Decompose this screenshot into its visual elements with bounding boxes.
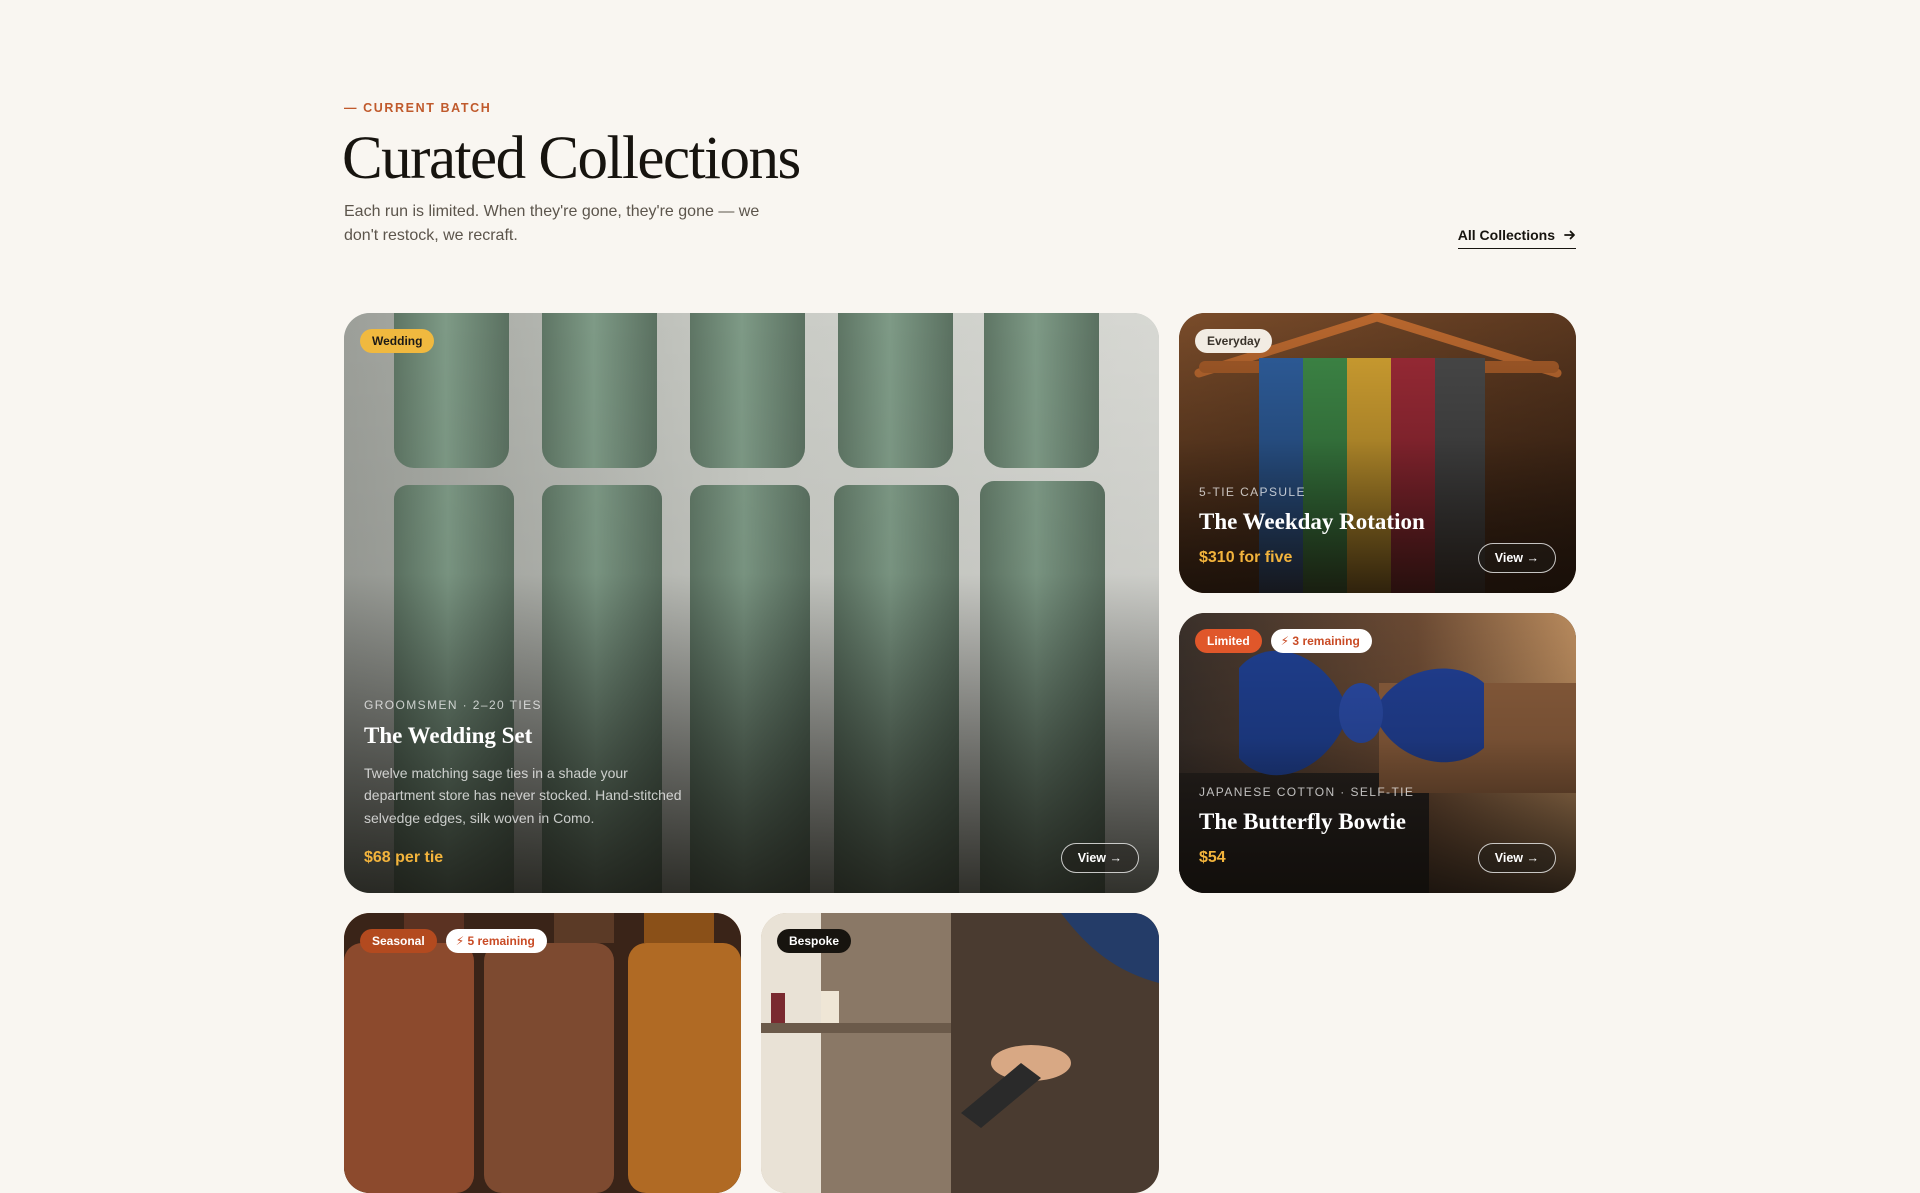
section-eyebrow: — CURRENT BATCH: [344, 101, 492, 115]
collection-card-weekday[interactable]: Everyday 5-TIE CAPSULE The Weekday Rotat…: [1179, 313, 1576, 593]
collection-card-wedding[interactable]: Wedding GROOMSMEN · 2–20 TIES The Weddin…: [344, 313, 1159, 893]
card-title: The Butterfly Bowtie: [1199, 809, 1406, 834]
card-meta: GROOMSMEN · 2–20 TIES: [364, 697, 542, 712]
limited-badge: Limited: [1195, 629, 1262, 653]
view-button[interactable]: View →: [1060, 843, 1139, 873]
category-badge: Bespoke: [777, 929, 852, 953]
view-button[interactable]: View →: [1477, 843, 1556, 873]
collection-card-bowtie[interactable]: Limited ⚡ 3 remaining JAPANESE COTTON · …: [1179, 613, 1576, 893]
tailoring-image: [761, 913, 1159, 1193]
section-subtitle: Each run is limited. When they're gone, …: [344, 203, 760, 244]
arrow-right-icon: [1564, 230, 1575, 240]
all-collections-link[interactable]: All Collections: [1457, 227, 1576, 249]
card-meta: JAPANESE COTTON · SELF-TIE: [1199, 785, 1415, 799]
card-title: The Weekday Rotation: [1199, 509, 1425, 534]
view-button[interactable]: View →: [1477, 543, 1556, 573]
page-title: Curated Collections: [342, 125, 801, 192]
card-description: Twelve matching sage ties in a shade you…: [364, 764, 682, 826]
stock-badge: ⚡ 3 remaining: [1270, 629, 1372, 653]
wool-ties-image: [344, 913, 741, 1193]
card-title: The Wedding Set: [364, 722, 533, 748]
category-badge: Wedding: [360, 329, 435, 353]
stock-badge: ⚡ 5 remaining: [445, 929, 547, 953]
card-meta: 5-TIE CAPSULE: [1199, 485, 1306, 499]
category-badge: Everyday: [1195, 329, 1273, 353]
category-badge: Seasonal: [360, 929, 437, 953]
all-collections-label: All Collections: [1457, 227, 1555, 243]
collections-section: — CURRENT BATCH Curated Collections Each…: [342, 0, 1576, 1193]
collection-card-seasonal[interactable]: Seasonal ⚡ 5 remaining: [344, 913, 741, 1193]
card-price: $68 per tie: [364, 849, 444, 866]
collection-card-bespoke[interactable]: Bespoke: [761, 913, 1159, 1193]
